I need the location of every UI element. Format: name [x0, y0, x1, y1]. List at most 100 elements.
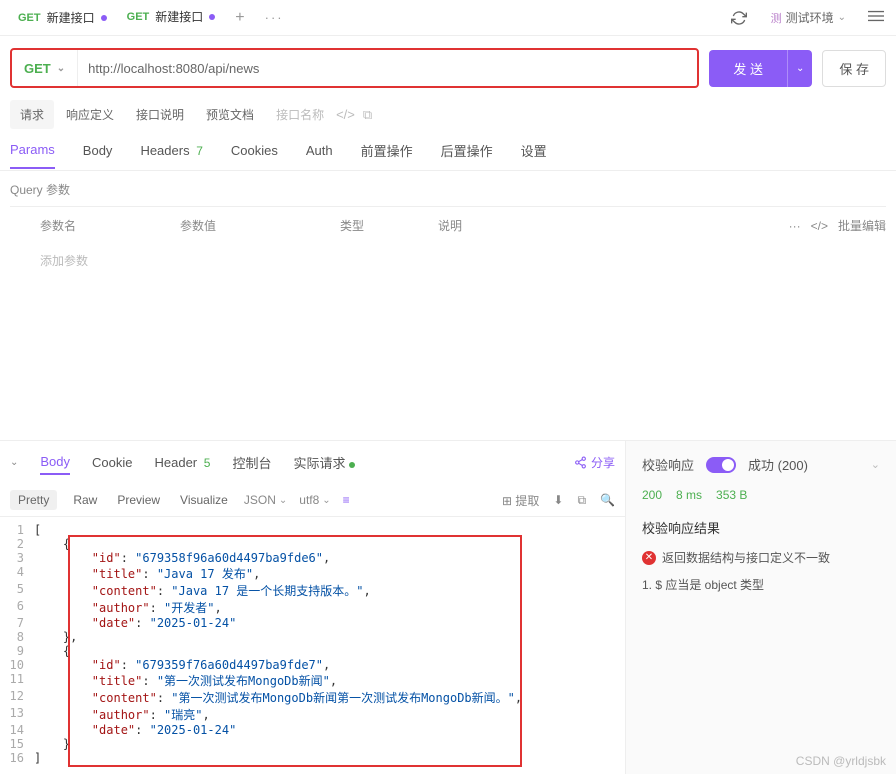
- response-size: 353 B: [716, 488, 747, 502]
- response-area: ⌄ Body Cookie Header 5 控制台 实际请求 分享 Prett…: [0, 440, 896, 774]
- save-button[interactable]: 保 存: [822, 50, 886, 87]
- doc-sub-tabs: 请求 响应定义 接口说明 预览文档 接口名称 </> ⧉: [0, 100, 896, 129]
- batch-edit-button[interactable]: 批量编辑: [838, 217, 886, 234]
- modified-dot-icon: [101, 15, 107, 21]
- add-param-row[interactable]: 添加参数: [10, 244, 886, 277]
- view-preview[interactable]: Preview: [113, 490, 164, 510]
- tab-body[interactable]: Body: [83, 143, 113, 168]
- response-body-code[interactable]: 1[2 {3 "id": "679358f96a60d4497ba9fde6",…: [0, 517, 625, 774]
- error-text: 返回数据结构与接口定义不一致: [662, 549, 830, 566]
- resp-tab-header[interactable]: Header 5: [155, 451, 211, 474]
- copy-icon[interactable]: ⧉: [363, 107, 372, 123]
- tab-1[interactable]: GET 新建接口: [8, 0, 117, 35]
- resp-tab-body[interactable]: Body: [40, 450, 70, 475]
- sub-tab-response-def[interactable]: 响应定义: [56, 100, 124, 129]
- response-left-panel: ⌄ Body Cookie Header 5 控制台 实际请求 分享 Prett…: [0, 441, 626, 774]
- code-line: 1[: [0, 523, 625, 537]
- view-visualize[interactable]: Visualize: [176, 490, 232, 510]
- url-input[interactable]: [78, 61, 697, 76]
- tab-pre-script[interactable]: 前置操作: [361, 141, 413, 170]
- download-icon[interactable]: ⬇: [553, 493, 563, 507]
- tab-params[interactable]: Params: [10, 142, 55, 169]
- modified-dot-icon: [209, 14, 215, 20]
- chevron-down-icon: ⌄: [322, 495, 330, 506]
- tab-2[interactable]: GET 新建接口: [117, 0, 226, 35]
- code-line: 10 "id": "679359f76a60d4497ba9fde7",: [0, 658, 625, 672]
- format-icon[interactable]: ≡: [343, 493, 350, 507]
- chevron-down-icon: ⌄: [279, 495, 287, 506]
- resp-tab-actual[interactable]: 实际请求: [293, 449, 355, 476]
- add-tab-button[interactable]: +: [225, 9, 254, 27]
- response-tabs: ⌄ Body Cookie Header 5 控制台 实际请求 分享: [0, 441, 625, 484]
- search-icon[interactable]: 🔍: [600, 493, 615, 507]
- more-icon[interactable]: ···: [789, 219, 801, 233]
- verify-toggle[interactable]: [706, 457, 736, 473]
- share-button[interactable]: 分享: [574, 454, 615, 471]
- tab-post-script[interactable]: 后置操作: [441, 141, 493, 170]
- code-line: 8 },: [0, 630, 625, 644]
- rule-text: 1. $ 应当是 object 类型: [642, 576, 880, 593]
- tab-overflow-button[interactable]: ···: [255, 10, 294, 25]
- chevron-down-icon: ⌄: [57, 63, 65, 74]
- tab-headers-label: Headers: [140, 143, 189, 158]
- format-select[interactable]: JSON⌄: [244, 493, 287, 507]
- menu-icon[interactable]: [864, 5, 888, 30]
- resp-tab-cookie[interactable]: Cookie: [92, 451, 132, 474]
- error-icon: ✕: [642, 551, 656, 565]
- send-button[interactable]: 发 送: [709, 50, 787, 87]
- chevron-down-icon[interactable]: ⌄: [871, 458, 880, 471]
- code-line: 11 "title": "第一次测试发布MongoDb新闻",: [0, 672, 625, 689]
- sub-tab-doc-desc[interactable]: 接口说明: [126, 100, 194, 129]
- response-right-panel: 校验响应 成功 (200) ⌄ 200 8 ms 353 B 校验响应结果 ✕ …: [626, 441, 896, 774]
- refresh-icon[interactable]: [725, 4, 753, 32]
- collapse-icon[interactable]: ⌄: [10, 457, 18, 468]
- success-label: 成功 (200): [748, 455, 808, 474]
- code-line: 13 "author": "瑞亮",: [0, 706, 625, 723]
- code-line: 15 }: [0, 737, 625, 751]
- request-url-row: GET ⌄ 发 送 ⌄ 保 存: [0, 36, 896, 100]
- sub-tab-request[interactable]: 请求: [10, 100, 54, 129]
- code-line: 16]: [0, 751, 625, 765]
- verify-label: 校验响应: [642, 455, 694, 474]
- tab-cookies[interactable]: Cookies: [231, 143, 278, 168]
- tab-settings[interactable]: 设置: [521, 141, 547, 170]
- request-tabs: Params Body Headers 7 Cookies Auth 前置操作 …: [0, 129, 896, 171]
- env-label: 测试环境: [786, 9, 834, 26]
- view-pretty[interactable]: Pretty: [10, 490, 57, 510]
- url-box: GET ⌄: [10, 48, 699, 88]
- view-raw[interactable]: Raw: [69, 490, 101, 510]
- response-time: 8 ms: [676, 488, 702, 502]
- tab-label: 新建接口: [47, 9, 95, 26]
- code-icon[interactable]: </>: [811, 219, 828, 233]
- dot-icon: [349, 462, 355, 468]
- col-param-desc: 说明: [438, 217, 789, 234]
- tab-auth[interactable]: Auth: [306, 143, 333, 168]
- copy-icon[interactable]: ⧉: [577, 493, 586, 508]
- headers-count: 7: [196, 144, 203, 158]
- tab-headers[interactable]: Headers 7: [140, 143, 202, 168]
- sub-tab-preview[interactable]: 预览文档: [196, 100, 264, 129]
- query-header-row: 参数名 参数值 类型 说明 ··· </> 批量编辑: [10, 206, 886, 244]
- code-line: 7 "date": "2025-01-24": [0, 616, 625, 630]
- code-line: 4 "title": "Java 17 发布",: [0, 565, 625, 582]
- code-line: 12 "content": "第一次测试发布MongoDb新闻第一次测试发布Mo…: [0, 689, 625, 706]
- environment-select[interactable]: 测 测试环境 ⌄: [763, 5, 854, 30]
- query-title: Query 参数: [10, 181, 886, 198]
- col-param-value: 参数值: [180, 217, 340, 234]
- verify-result-title: 校验响应结果: [642, 518, 880, 537]
- encoding-select[interactable]: utf8⌄: [299, 493, 330, 507]
- api-name-placeholder[interactable]: 接口名称: [266, 100, 334, 129]
- method-label: GET: [24, 61, 51, 76]
- send-split-button[interactable]: ⌄: [787, 50, 812, 87]
- resp-tab-console[interactable]: 控制台: [232, 449, 271, 476]
- extract-button[interactable]: ⊞ 提取: [502, 492, 539, 509]
- code-line: 3 "id": "679358f96a60d4497ba9fde6",: [0, 551, 625, 565]
- col-param-name: 参数名: [10, 217, 180, 234]
- verify-header: 校验响应 成功 (200) ⌄: [642, 455, 880, 474]
- method-select[interactable]: GET ⌄: [12, 50, 78, 86]
- top-tabs-bar: GET 新建接口 GET 新建接口 + ··· 测 测试环境 ⌄: [0, 0, 896, 36]
- code-icon[interactable]: </>: [336, 107, 355, 122]
- error-row: ✕ 返回数据结构与接口定义不一致: [642, 549, 880, 566]
- watermark: CSDN @yrldjsbk: [796, 754, 886, 768]
- code-line: 9 {: [0, 644, 625, 658]
